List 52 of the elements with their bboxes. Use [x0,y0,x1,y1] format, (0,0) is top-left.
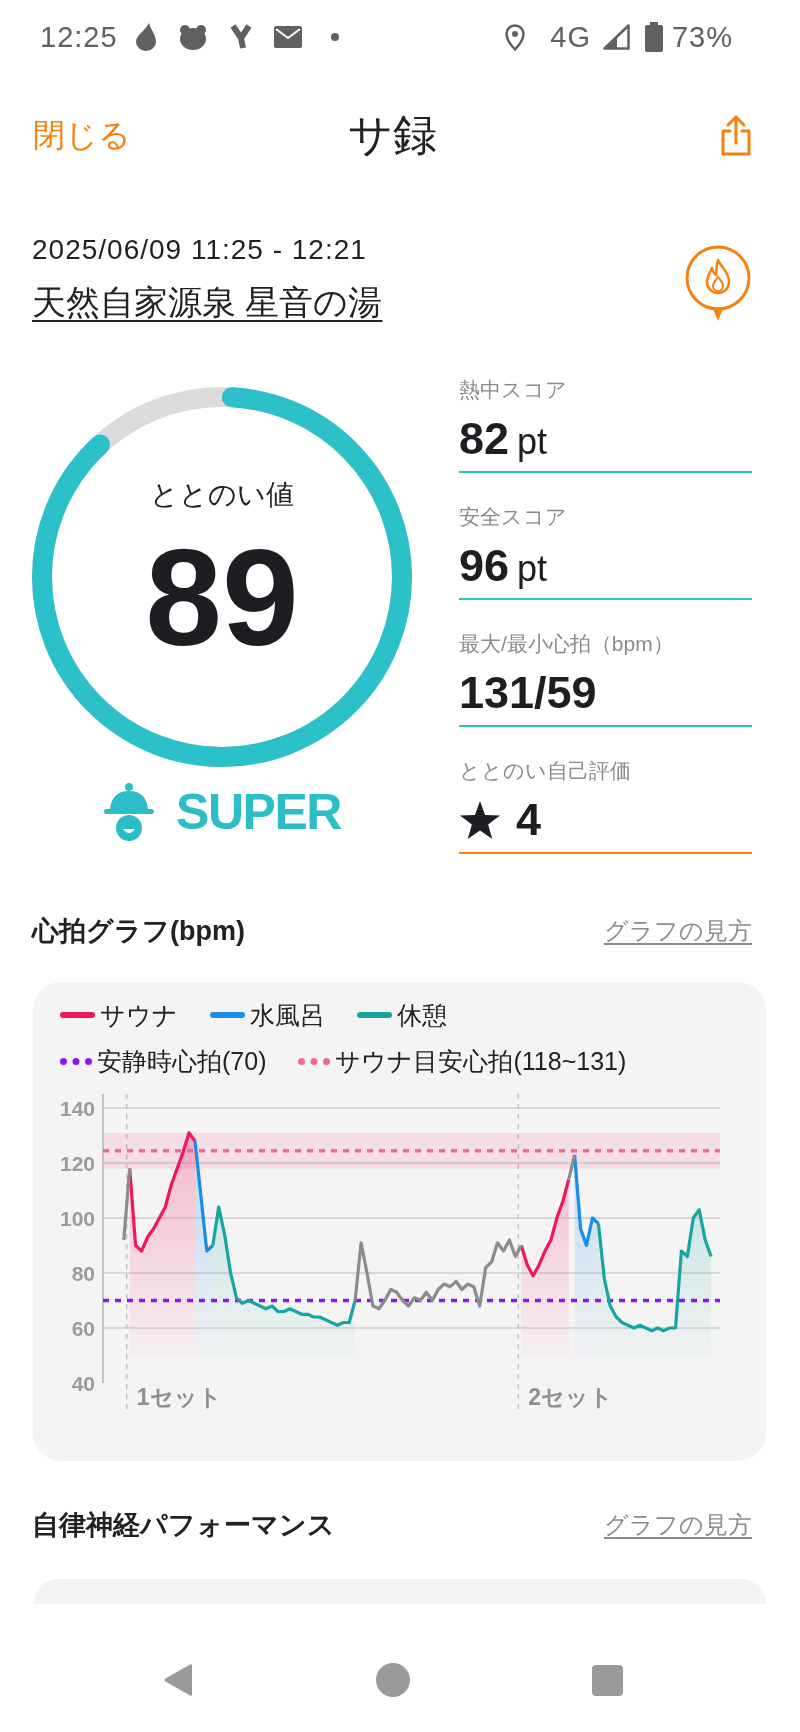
legend-label: 水風呂 [250,1000,325,1031]
set-label: 1セット [136,1384,222,1410]
y-axis-label: 140 [59,1096,95,1120]
drop-icon [135,23,156,51]
location-icon [505,23,526,51]
y-axis-label: 80 [71,1261,95,1285]
bear-face-icon [178,24,207,50]
battery-percentage: 73% [671,20,733,54]
y-axis-label: 120 [59,1151,95,1175]
recents-icon[interactable] [592,1664,623,1696]
score-label: ととのい値 [150,478,294,512]
close-button[interactable]: 閉じる [33,115,131,155]
score-value: 89 [145,522,299,672]
status-time: 12:25 [40,20,118,54]
set-label: 2セット [528,1384,614,1410]
stat-label: 熱中スコア [459,377,568,403]
legend-label: サウナ目安心拍(118~131) [335,1046,627,1077]
visit-datetime: 2025/06/09 11:25 - 12:21 [32,233,367,267]
flame-pin-icon[interactable] [685,245,751,323]
back-icon[interactable] [163,1663,194,1697]
network-type: 4G [550,20,591,54]
home-icon[interactable] [376,1663,410,1697]
hat-face-icon [103,782,156,842]
battery-icon [644,22,663,52]
stat-value: 82 [459,413,510,465]
facility-name-link[interactable]: 天然自家源泉 星音の湯 [32,280,383,324]
y-axis-label: 40 [71,1371,95,1395]
section-title: 自律神経パフォーマンス [32,1509,335,1542]
star-icon [459,800,501,840]
help-link[interactable]: グラフの見方 [604,1509,752,1541]
stat-value: 4 [516,794,542,846]
page-title: サ録 [348,109,437,161]
y-axis-label: 100 [59,1206,95,1230]
legend-label: 休憩 [397,1000,447,1031]
legend-label: サウナ [100,1000,178,1031]
signal-icon [602,24,630,50]
section-title: 心拍グラフ(bpm) [32,915,245,948]
stat-unit: pt [517,547,548,591]
y-axis-label: 60 [71,1316,95,1340]
stat-value: 96 [459,540,510,592]
stat-label: 安全スコア [459,504,568,530]
mail-icon [273,26,302,48]
stat-unit: pt [517,420,548,464]
help-link[interactable]: グラフの見方 [604,915,752,947]
app-logo-icon [229,23,252,51]
stat-value: 131/59 [459,667,597,719]
stat-label: ととのい自己評価 [459,758,632,784]
notification-dot-icon [330,33,339,41]
share-icon[interactable] [720,113,752,157]
stat-label: 最大/最小心拍（bpm） [459,631,675,657]
legend-label: 安静時心拍(70) [97,1046,267,1077]
rank-label: SUPER [176,783,341,842]
